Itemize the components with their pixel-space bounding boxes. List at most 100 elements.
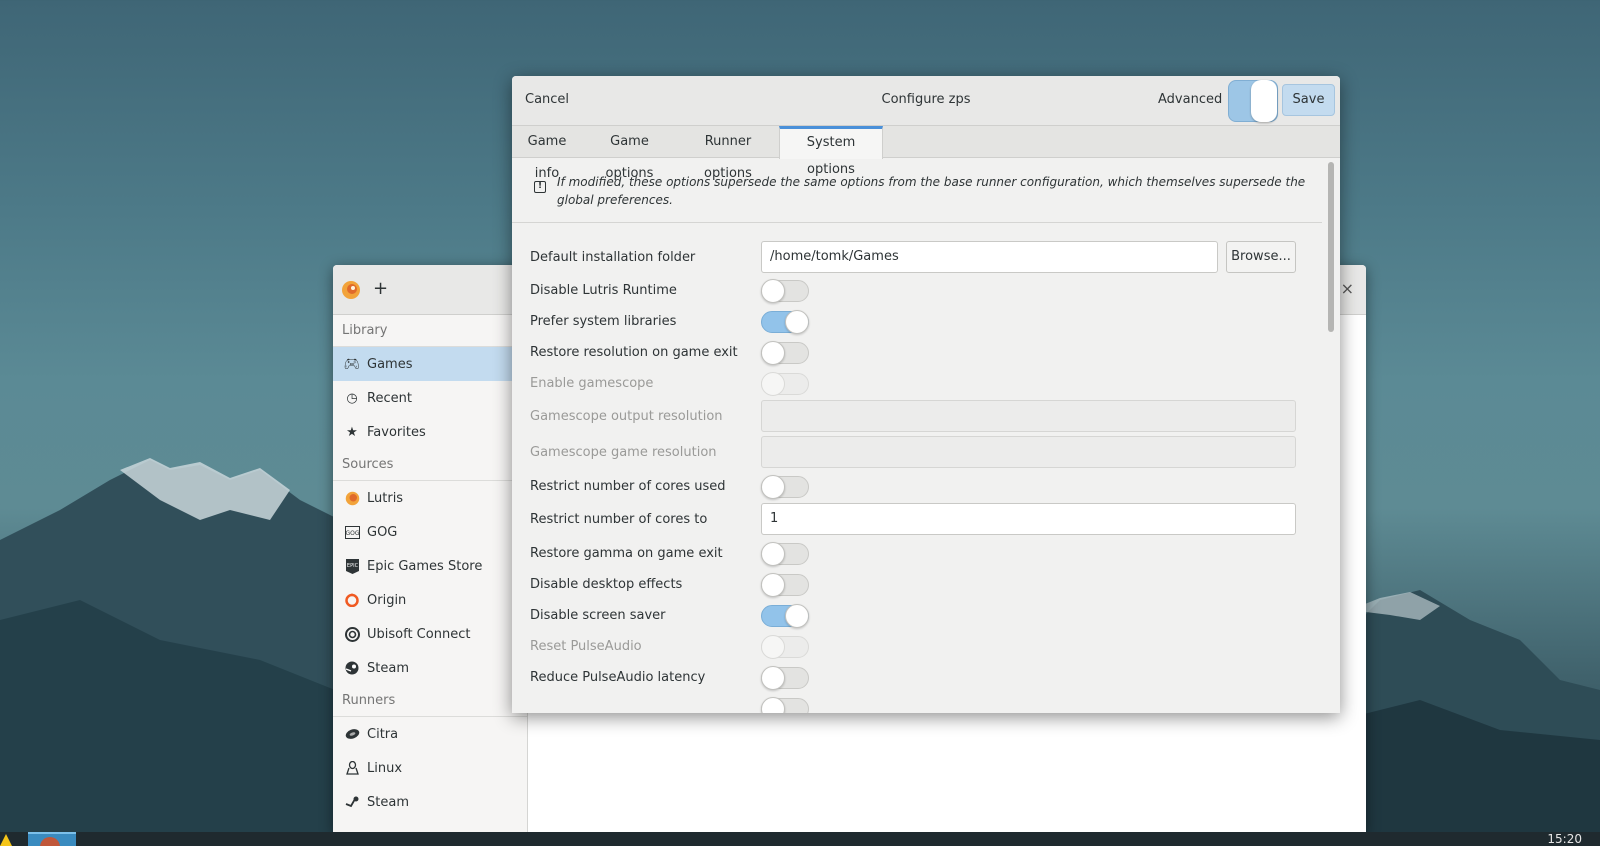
sidebar-item-linux[interactable]: Linux xyxy=(333,751,527,785)
switch-knob xyxy=(761,635,785,659)
lutris-logo-icon[interactable] xyxy=(341,280,361,300)
tab-game-options[interactable]: Game options xyxy=(582,126,677,181)
sidebar-item-label: Epic Games Store xyxy=(367,558,483,574)
sidebar-item-label: Favorites xyxy=(367,424,426,440)
info-icon: ! xyxy=(534,181,546,193)
sidebar-item-label: Origin xyxy=(367,592,407,608)
reduce-pulse-latency-switch[interactable] xyxy=(761,666,809,690)
restore-gamma-switch[interactable] xyxy=(761,542,809,566)
toggle-knob xyxy=(1251,80,1277,122)
option-label: Gamescope output resolution xyxy=(530,409,723,424)
next-option-switch[interactable] xyxy=(761,697,809,713)
option-label: Reduce PulseAudio latency xyxy=(530,670,706,685)
sidebar-item-label: Recent xyxy=(367,390,412,406)
gog-icon: GOG xyxy=(344,524,360,540)
tab-game-info[interactable]: Game info xyxy=(512,126,582,181)
sidebar-section-sources: Sources xyxy=(333,449,527,481)
option-label: Gamescope game resolution xyxy=(530,445,717,460)
steam-icon xyxy=(344,794,360,810)
switch-knob xyxy=(761,573,785,597)
sidebar-item-steam-runner[interactable]: Steam xyxy=(333,785,527,819)
option-label: Restrict number of cores to xyxy=(530,512,708,527)
switch-knob xyxy=(761,542,785,566)
sidebar: Library 🎮︎ Games ◷ Recent ★ Favorites So… xyxy=(333,315,528,832)
prefer-system-libs-switch[interactable] xyxy=(761,310,809,334)
configure-dialog: Cancel Configure zps Advanced Save Game … xyxy=(512,76,1340,713)
option-label: Restore resolution on game exit xyxy=(530,345,738,360)
switch-knob xyxy=(785,604,809,628)
option-label: Default installation folder xyxy=(530,250,696,265)
citra-icon xyxy=(344,726,360,742)
browse-button[interactable]: Browse... xyxy=(1226,241,1296,273)
switch-knob xyxy=(761,341,785,365)
lutris-icon xyxy=(40,837,60,846)
svg-text:GOG: GOG xyxy=(345,530,359,537)
sidebar-item-ubisoft[interactable]: Ubisoft Connect xyxy=(333,617,527,651)
sidebar-item-lutris[interactable]: Lutris xyxy=(333,481,527,515)
switch-knob xyxy=(761,372,785,396)
restore-resolution-switch[interactable] xyxy=(761,341,809,365)
switch-knob xyxy=(761,697,785,713)
sidebar-item-origin[interactable]: Origin xyxy=(333,583,527,617)
tab-bar: Game info Game options Runner options Sy… xyxy=(512,126,1340,181)
enable-gamescope-switch xyxy=(761,372,809,396)
lutris-icon xyxy=(344,490,360,506)
default-folder-input[interactable]: /home/tomk/Games xyxy=(761,241,1218,273)
linux-icon xyxy=(344,760,360,776)
gamescope-output-resolution-input xyxy=(761,400,1296,432)
tab-system-options[interactable]: System options xyxy=(779,126,883,177)
sidebar-item-citra[interactable]: Citra xyxy=(333,717,527,751)
option-label: Disable Lutris Runtime xyxy=(530,283,677,298)
gamescope-game-resolution-input xyxy=(761,436,1296,468)
switch-knob xyxy=(785,310,809,334)
sidebar-item-label: Citra xyxy=(367,726,399,742)
sidebar-item-label: Lutris xyxy=(367,490,404,506)
option-label: Restore gamma on game exit xyxy=(530,546,723,561)
sidebar-item-label: Games xyxy=(367,356,413,372)
sidebar-item-steam[interactable]: Steam xyxy=(333,651,527,685)
switch-knob xyxy=(761,475,785,499)
steam-icon xyxy=(344,660,360,676)
option-label: Enable gamescope xyxy=(530,376,654,391)
option-label: Reset PulseAudio xyxy=(530,639,642,654)
sidebar-item-recent[interactable]: ◷ Recent xyxy=(333,381,527,415)
epic-icon: EPIC xyxy=(344,558,360,574)
option-label: Restrict number of cores used xyxy=(530,479,726,494)
gamepad-icon: 🎮︎ xyxy=(343,356,361,372)
sidebar-item-label: Steam xyxy=(367,660,409,676)
warning-icon[interactable] xyxy=(0,832,12,846)
save-button[interactable]: Save xyxy=(1282,84,1335,116)
disable-runtime-switch[interactable] xyxy=(761,279,809,303)
option-label: Prefer system libraries xyxy=(530,314,677,329)
disable-desktop-effects-switch[interactable] xyxy=(761,573,809,597)
restrict-cores-to-input[interactable]: 1 xyxy=(761,503,1296,535)
disable-screen-saver-switch[interactable] xyxy=(761,604,809,628)
taskbar-lutris-button[interactable] xyxy=(28,832,76,846)
sidebar-item-label: Steam xyxy=(367,794,409,810)
taskbar: 15:20 xyxy=(0,832,1600,846)
sidebar-section-runners: Runners xyxy=(333,685,527,717)
sidebar-item-epic[interactable]: EPIC Epic Games Store xyxy=(333,549,527,583)
ubisoft-icon xyxy=(344,626,360,642)
sidebar-item-label: Ubisoft Connect xyxy=(367,626,471,642)
info-notice: ! If modified, these options supersede t… xyxy=(512,159,1322,223)
switch-knob xyxy=(761,666,785,690)
sidebar-item-label: Linux xyxy=(367,760,403,776)
sidebar-item-favorites[interactable]: ★ Favorites xyxy=(333,415,527,449)
notice-text: If modified, these options supersede the… xyxy=(557,175,1306,207)
sidebar-item-label: GOG xyxy=(367,524,398,540)
option-label: Disable desktop effects xyxy=(530,577,683,592)
sidebar-section-library: Library xyxy=(333,315,527,347)
advanced-toggle[interactable] xyxy=(1228,80,1278,122)
add-game-icon[interactable]: + xyxy=(373,277,388,301)
switch-knob xyxy=(761,279,785,303)
sidebar-item-gog[interactable]: GOG GOG xyxy=(333,515,527,549)
clock: 15:20 xyxy=(1547,832,1582,846)
origin-icon xyxy=(344,592,360,608)
close-icon[interactable]: × xyxy=(1341,277,1354,301)
reset-pulseaudio-switch xyxy=(761,635,809,659)
tab-runner-options[interactable]: Runner options xyxy=(677,126,779,181)
scrollbar[interactable] xyxy=(1328,162,1334,332)
sidebar-item-games[interactable]: 🎮︎ Games xyxy=(333,347,527,381)
restrict-cores-switch[interactable] xyxy=(761,475,809,499)
